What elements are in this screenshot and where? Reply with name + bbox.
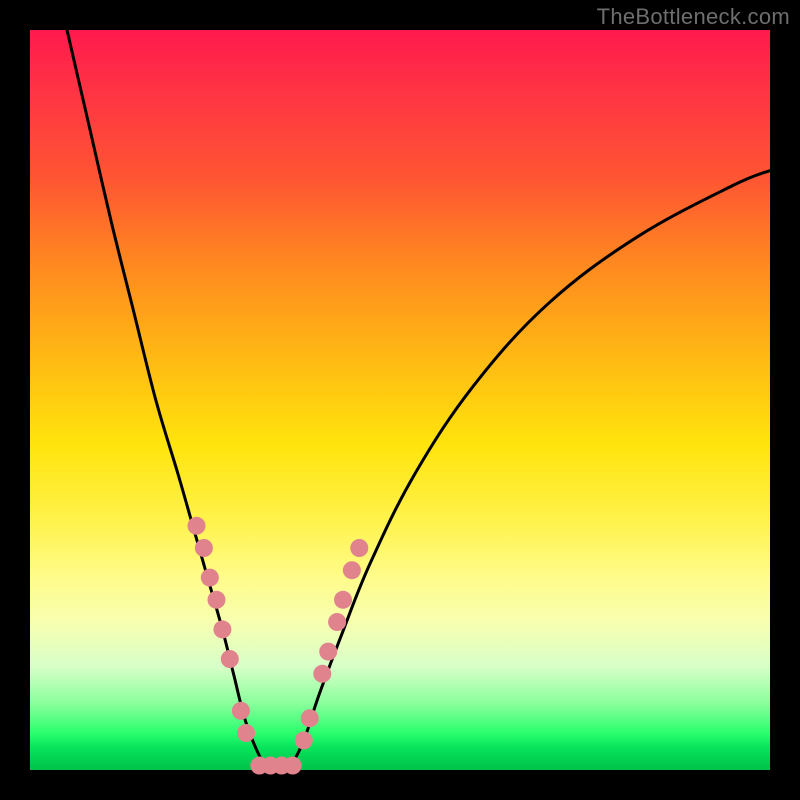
watermark-text: TheBottleneck.com — [597, 4, 790, 30]
data-marker — [343, 561, 361, 579]
chart-svg — [30, 30, 770, 770]
curve-right-curve — [289, 171, 770, 770]
data-marker — [232, 702, 250, 720]
data-marker — [188, 517, 206, 535]
curves-group — [67, 30, 770, 770]
chart-frame: TheBottleneck.com — [0, 0, 800, 800]
data-marker — [301, 709, 319, 727]
data-marker — [213, 620, 231, 638]
markers-group — [188, 517, 369, 775]
data-marker — [201, 569, 219, 587]
data-marker — [328, 613, 346, 631]
data-marker — [284, 757, 302, 775]
data-marker — [350, 539, 368, 557]
data-marker — [295, 731, 313, 749]
data-marker — [237, 724, 255, 742]
data-marker — [221, 650, 239, 668]
data-marker — [334, 591, 352, 609]
data-marker — [319, 643, 337, 661]
data-marker — [207, 591, 225, 609]
data-marker — [313, 665, 331, 683]
data-marker — [195, 539, 213, 557]
